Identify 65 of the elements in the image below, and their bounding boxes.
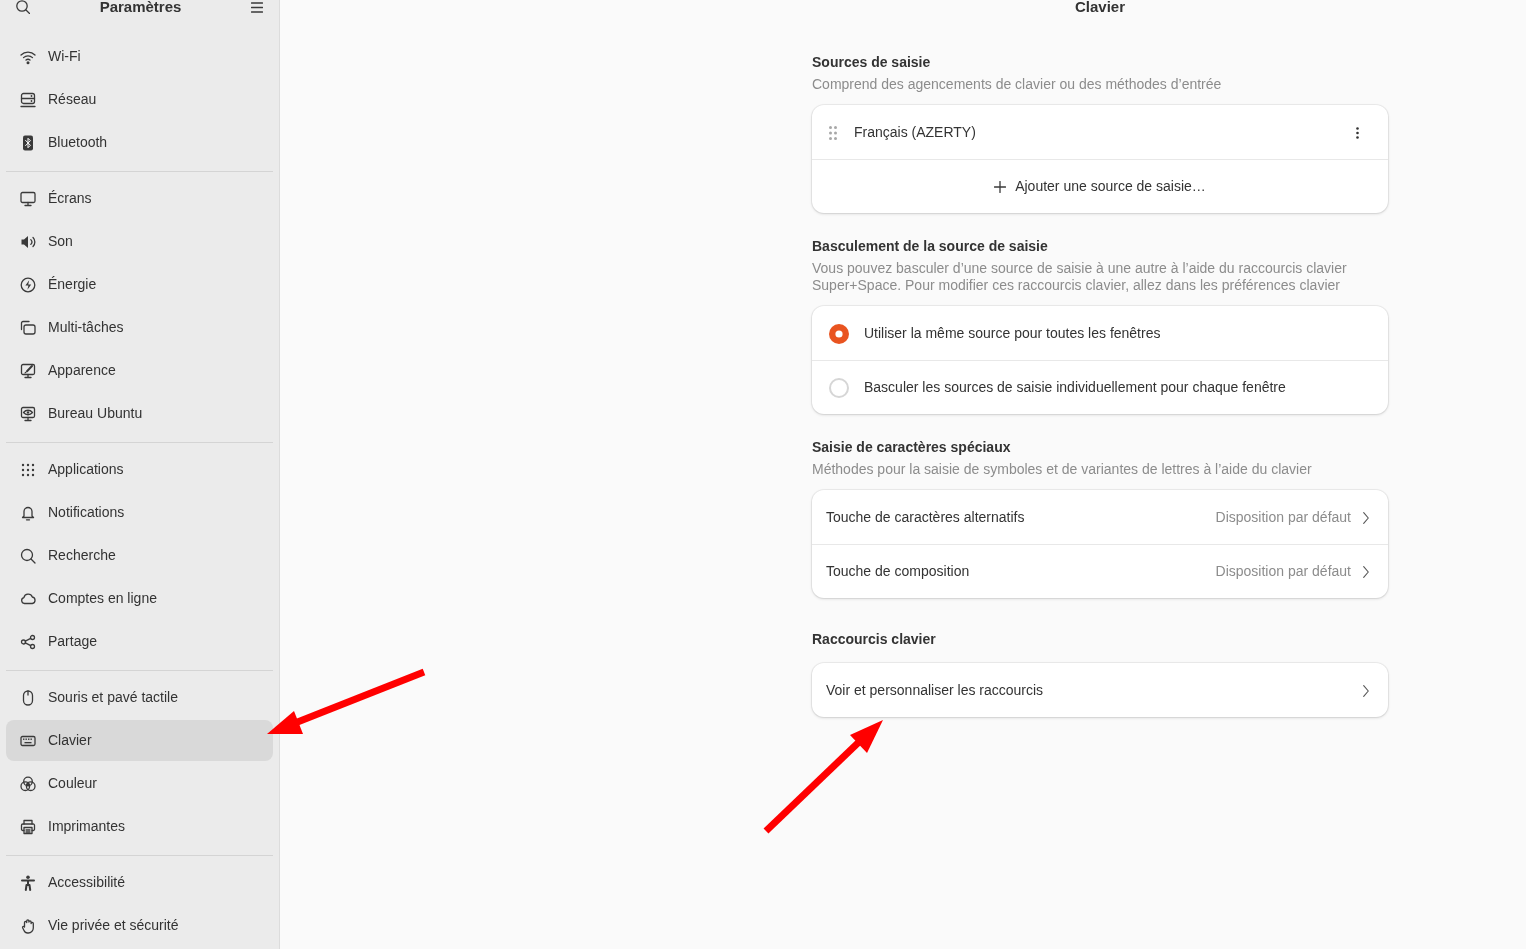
sidebar-item[interactable]: Comptes en ligne (6, 578, 273, 619)
color-icon (20, 775, 36, 792)
eye-monitor-icon (20, 405, 36, 422)
menu-icon[interactable] (251, 1, 263, 13)
source-label: Français (AZERTY) (854, 123, 977, 142)
radio-label[interactable]: Basculer les sources de saisie individuellement pour chaque fenêtre (864, 377, 1286, 398)
sidebar-item[interactable]: Réseau (6, 79, 273, 120)
sidebar-item[interactable]: Énergie (6, 264, 273, 305)
printer-icon (20, 818, 36, 835)
power-icon (20, 276, 36, 293)
radio-label[interactable]: Utiliser la même source pour toutes les fenêtres (864, 323, 1161, 344)
section-heading: Sources de saisie (812, 53, 932, 72)
plus-icon (994, 180, 1007, 193)
bell-icon (20, 504, 36, 521)
section-heading: Raccourcis clavier (812, 630, 937, 649)
sidebar-item[interactable]: Wi-Fi (6, 36, 273, 77)
sidebar-item[interactable]: Recherche (6, 535, 273, 576)
sidebar-item[interactable]: Accessibilité (6, 862, 273, 903)
add-source-button[interactable]: Ajouter une source de saisie… (812, 159, 1388, 213)
section-description: Méthodes pour la saisie de symboles et de variantes de lettres à l’aide du clavier (812, 461, 1313, 478)
row-value: Disposition par défaut (1215, 508, 1351, 527)
hand-icon (20, 917, 36, 934)
radio-button[interactable] (829, 377, 849, 398)
more-icon[interactable] (1356, 126, 1359, 139)
chevron-right-icon[interactable] (1363, 511, 1369, 524)
row-value: Disposition par défaut (1215, 562, 1351, 581)
search-icon (20, 547, 36, 564)
sidebar-item[interactable]: Partage (6, 621, 273, 662)
sidebar-item[interactable]: Écrans (6, 178, 273, 219)
sidebar-item[interactable]: Vie privée et sécurité (6, 905, 273, 946)
section-description: Vous pouvez basculer d’une source de saisie à une autre à l’aide du raccourcis clavier Super+Space. Pour modifier ces raccourcis clavier, allez dans les préférences clavier (812, 260, 1348, 294)
sidebar-item[interactable]: Imprimantes (6, 806, 273, 847)
share-icon (20, 633, 36, 650)
sidebar-item[interactable]: Clavier (6, 720, 273, 761)
page-title: Clavier (1074, 0, 1125, 14)
radio-button[interactable] (829, 323, 849, 344)
person-icon (20, 874, 36, 891)
bluetooth-icon (20, 134, 36, 151)
sidebar-item[interactable]: Notifications (6, 492, 273, 533)
sidebar-item[interactable]: Couleur (6, 763, 273, 804)
mouse-icon (20, 689, 36, 706)
drag-handle-icon[interactable] (829, 125, 837, 140)
network-icon (20, 91, 36, 108)
sidebar-item[interactable]: Son (6, 221, 273, 262)
sidebar-title: Paramètres (99, 0, 182, 14)
sidebar-item[interactable]: Multi-tâches (6, 307, 273, 348)
row-label[interactable]: Voir et personnaliser les raccourcis (826, 680, 1363, 701)
brush-monitor-icon (20, 362, 36, 379)
sidebar-item[interactable]: Applications (6, 449, 273, 490)
section-heading: Saisie de caractères spéciaux (812, 438, 1012, 457)
grid-icon (20, 461, 36, 478)
row-label[interactable]: Touche de caractères alternatifs (826, 507, 1216, 528)
row-label[interactable]: Touche de composition (826, 561, 1216, 582)
chevron-right-icon[interactable] (1363, 565, 1369, 578)
section-heading: Basculement de la source de saisie (812, 237, 1049, 256)
sidebar-item[interactable]: Apparence (6, 350, 273, 391)
windows-icon (20, 319, 36, 336)
sidebar-item[interactable]: Souris et pavé tactile (6, 677, 273, 718)
monitor-icon (20, 190, 36, 207)
chevron-right-icon[interactable] (1363, 684, 1369, 697)
sidebar-item[interactable]: Bluetooth (6, 122, 273, 163)
search-icon[interactable] (16, 0, 30, 14)
sidebar-item[interactable]: Bureau Ubuntu (6, 393, 273, 434)
speaker-icon (20, 233, 36, 250)
section-description: Comprend des agencements de clavier ou des méthodes d’entrée (812, 76, 1223, 93)
